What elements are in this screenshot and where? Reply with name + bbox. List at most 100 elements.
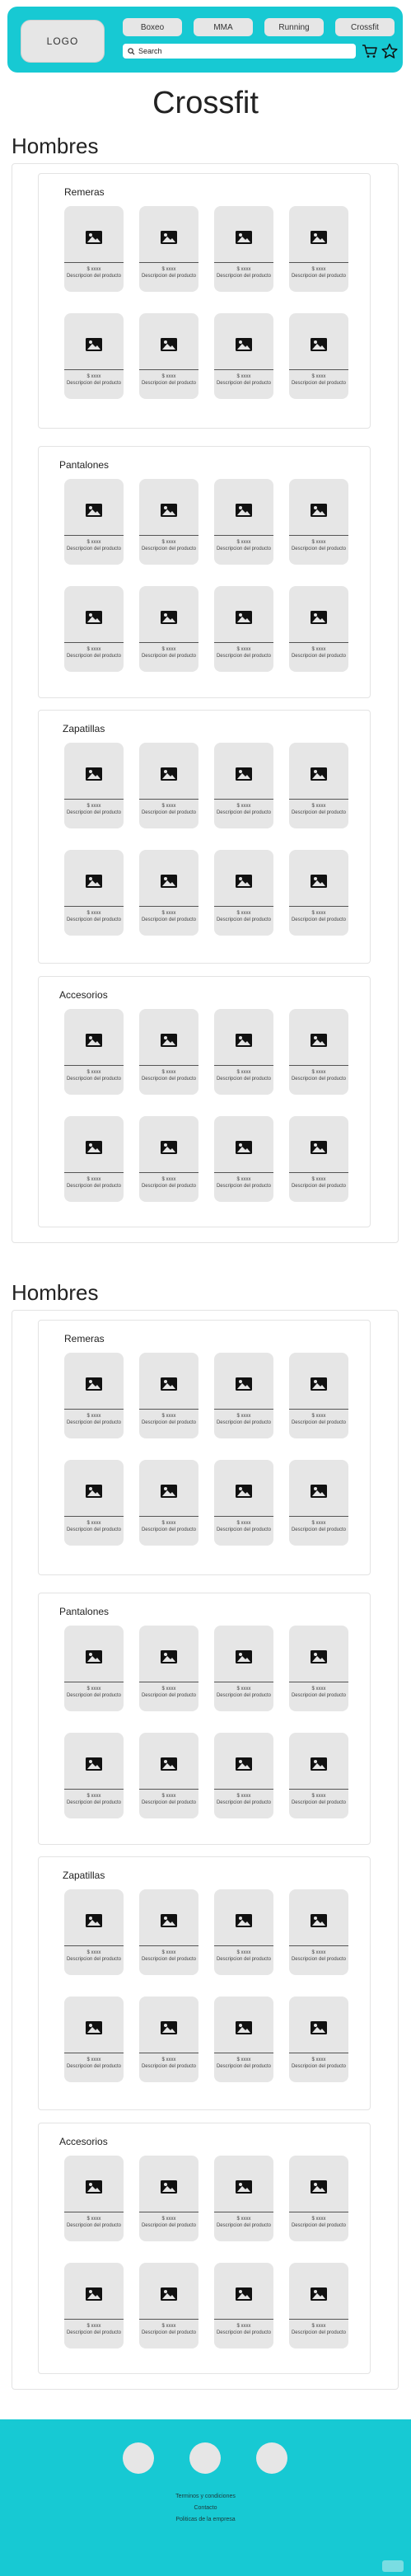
product-card[interactable]: $ xxxx Descripcion del producto xyxy=(214,206,273,292)
product-card[interactable]: $ xxxx Descripcion del producto xyxy=(64,2263,124,2348)
image-placeholder-icon xyxy=(311,1141,327,1154)
product-card[interactable]: $ xxxx Descripcion del producto xyxy=(139,2263,198,2348)
product-card[interactable]: $ xxxx Descripcion del producto xyxy=(214,1997,273,2082)
product-card[interactable]: $ xxxx Descripcion del producto xyxy=(214,313,273,399)
terms-link[interactable]: Terminos y condiciones xyxy=(0,2494,411,2499)
product-card[interactable]: $ xxxx Descripcion del producto xyxy=(139,1009,198,1095)
product-card[interactable]: $ xxxx Descripcion del producto xyxy=(289,1116,348,1202)
product-description: Descripcion del producto xyxy=(216,1693,272,1698)
product-card[interactable]: $ xxxx Descripcion del producto xyxy=(64,2156,124,2241)
product-card[interactable]: $ xxxx Descripcion del producto xyxy=(64,1353,124,1438)
product-card[interactable]: $ xxxx Descripcion del producto xyxy=(289,850,348,936)
product-card[interactable]: $ xxxx Descripcion del producto xyxy=(139,850,198,936)
product-card[interactable]: $ xxxx Descripcion del producto xyxy=(289,2263,348,2348)
product-card[interactable]: $ xxxx Descripcion del producto xyxy=(214,1353,273,1438)
product-card[interactable]: $ xxxx Descripcion del producto xyxy=(214,2156,273,2241)
product-price: $ xxxx xyxy=(236,911,251,916)
image-placeholder-icon xyxy=(311,1377,327,1391)
social-circle-2[interactable] xyxy=(189,2442,221,2474)
product-card[interactable]: $ xxxx Descripcion del producto xyxy=(289,1733,348,1818)
product-description: Descripcion del producto xyxy=(216,2330,272,2335)
product-card[interactable]: $ xxxx Descripcion del producto xyxy=(139,1460,198,1546)
product-card[interactable]: $ xxxx Descripcion del producto xyxy=(289,479,348,565)
product-card[interactable]: $ xxxx Descripcion del producto xyxy=(214,1116,273,1202)
product-card[interactable]: $ xxxx Descripcion del producto xyxy=(214,2263,273,2348)
product-card[interactable]: $ xxxx Descripcion del producto xyxy=(139,1997,198,2082)
product-price: $ xxxx xyxy=(311,2058,326,2062)
product-card[interactable]: $ xxxx Descripcion del producto xyxy=(64,743,124,828)
search-input[interactable] xyxy=(138,47,336,55)
product-price: $ xxxx xyxy=(236,2058,251,2062)
social-circle-1[interactable] xyxy=(123,2442,154,2474)
product-card[interactable]: $ xxxx Descripcion del producto xyxy=(289,1997,348,2082)
product-card[interactable]: $ xxxx Descripcion del producto xyxy=(64,1116,124,1202)
product-card[interactable]: $ xxxx Descripcion del producto xyxy=(64,1009,124,1095)
product-price: $ xxxx xyxy=(161,2217,176,2222)
card-divider xyxy=(289,1516,348,1517)
product-card[interactable]: $ xxxx Descripcion del producto xyxy=(64,479,124,565)
product-card[interactable]: $ xxxx Descripcion del producto xyxy=(64,206,124,292)
product-card[interactable]: $ xxxx Descripcion del producto xyxy=(139,2156,198,2241)
card-divider xyxy=(64,1945,124,1946)
product-card[interactable]: $ xxxx Descripcion del producto xyxy=(139,1733,198,1818)
product-description: Descripcion del producto xyxy=(66,2330,122,2335)
product-card[interactable]: $ xxxx Descripcion del producto xyxy=(289,313,348,399)
policies-link[interactable]: Politicas de la empresa xyxy=(0,2517,411,2522)
image-placeholder-icon xyxy=(86,2180,102,2194)
product-card[interactable]: $ xxxx Descripcion del producto xyxy=(214,1733,273,1818)
product-card[interactable]: $ xxxx Descripcion del producto xyxy=(289,1353,348,1438)
cart-icon[interactable] xyxy=(362,43,378,59)
product-card[interactable]: $ xxxx Descripcion del producto xyxy=(64,1733,124,1818)
product-card[interactable]: $ xxxx Descripcion del producto xyxy=(139,313,198,399)
product-card[interactable]: $ xxxx Descripcion del producto xyxy=(289,2156,348,2241)
product-card[interactable]: $ xxxx Descripcion del producto xyxy=(214,743,273,828)
logo[interactable]: LOGO xyxy=(21,20,105,63)
product-card[interactable]: $ xxxx Descripcion del producto xyxy=(289,1460,348,1546)
product-card[interactable]: $ xxxx Descripcion del producto xyxy=(139,1889,198,1975)
search-bar[interactable] xyxy=(123,44,356,59)
product-grid: $ xxxx Descripcion del producto $ xxxx Desc… xyxy=(64,479,348,672)
product-card[interactable]: $ xxxx Descripcion del producto xyxy=(139,1626,198,1711)
scroll-top-button[interactable] xyxy=(382,2560,404,2572)
product-card[interactable]: $ xxxx Descripcion del producto xyxy=(139,1116,198,1202)
product-card[interactable]: $ xxxx Descripcion del producto xyxy=(289,1626,348,1711)
product-card[interactable]: $ xxxx Descripcion del producto xyxy=(214,850,273,936)
product-card[interactable]: $ xxxx Descripcion del producto xyxy=(289,206,348,292)
product-card[interactable]: $ xxxx Descripcion del producto xyxy=(139,1353,198,1438)
image-placeholder-icon xyxy=(236,1141,252,1154)
product-card[interactable]: $ xxxx Descripcion del producto xyxy=(214,1626,273,1711)
product-card[interactable]: $ xxxx Descripcion del producto xyxy=(139,586,198,672)
product-card[interactable]: $ xxxx Descripcion del producto xyxy=(64,1889,124,1975)
product-card[interactable]: $ xxxx Descripcion del producto xyxy=(214,479,273,565)
product-card[interactable]: $ xxxx Descripcion del producto xyxy=(289,1009,348,1095)
social-circle-3[interactable] xyxy=(256,2442,287,2474)
product-card[interactable]: $ xxxx Descripcion del producto xyxy=(214,1889,273,1975)
image-placeholder-icon xyxy=(236,1377,252,1391)
product-card[interactable]: $ xxxx Descripcion del producto xyxy=(289,1889,348,1975)
card-divider xyxy=(139,535,198,536)
product-card[interactable]: $ xxxx Descripcion del producto xyxy=(289,743,348,828)
section-title: Hombres xyxy=(12,1280,99,1305)
product-card[interactable]: $ xxxx Descripcion del producto xyxy=(139,206,198,292)
product-card[interactable]: $ xxxx Descripcion del producto xyxy=(64,850,124,936)
product-card[interactable]: $ xxxx Descripcion del producto xyxy=(64,1626,124,1711)
product-price: $ xxxx xyxy=(86,374,101,379)
nav-running-button[interactable]: Running xyxy=(264,18,324,36)
contact-link[interactable]: Contacto xyxy=(0,2505,411,2511)
product-description: Descripcion del producto xyxy=(291,381,347,386)
product-card[interactable]: $ xxxx Descripcion del producto xyxy=(139,479,198,565)
product-card[interactable]: $ xxxx Descripcion del producto xyxy=(139,743,198,828)
product-card[interactable]: $ xxxx Descripcion del producto xyxy=(214,1009,273,1095)
nav-boxeo-button[interactable]: Boxeo xyxy=(123,18,182,36)
product-card[interactable]: $ xxxx Descripcion del producto xyxy=(64,313,124,399)
product-card[interactable]: $ xxxx Descripcion del producto xyxy=(64,1460,124,1546)
nav-crossfit-button[interactable]: Crossfit xyxy=(335,18,395,36)
product-description: Descripcion del producto xyxy=(216,1184,272,1189)
product-card[interactable]: $ xxxx Descripcion del producto xyxy=(64,586,124,672)
product-card[interactable]: $ xxxx Descripcion del producto xyxy=(214,586,273,672)
product-card[interactable]: $ xxxx Descripcion del producto xyxy=(289,586,348,672)
product-card[interactable]: $ xxxx Descripcion del producto xyxy=(214,1460,273,1546)
star-icon[interactable] xyxy=(381,43,398,59)
product-card[interactable]: $ xxxx Descripcion del producto xyxy=(64,1997,124,2082)
nav-mma-button[interactable]: MMA xyxy=(194,18,253,36)
